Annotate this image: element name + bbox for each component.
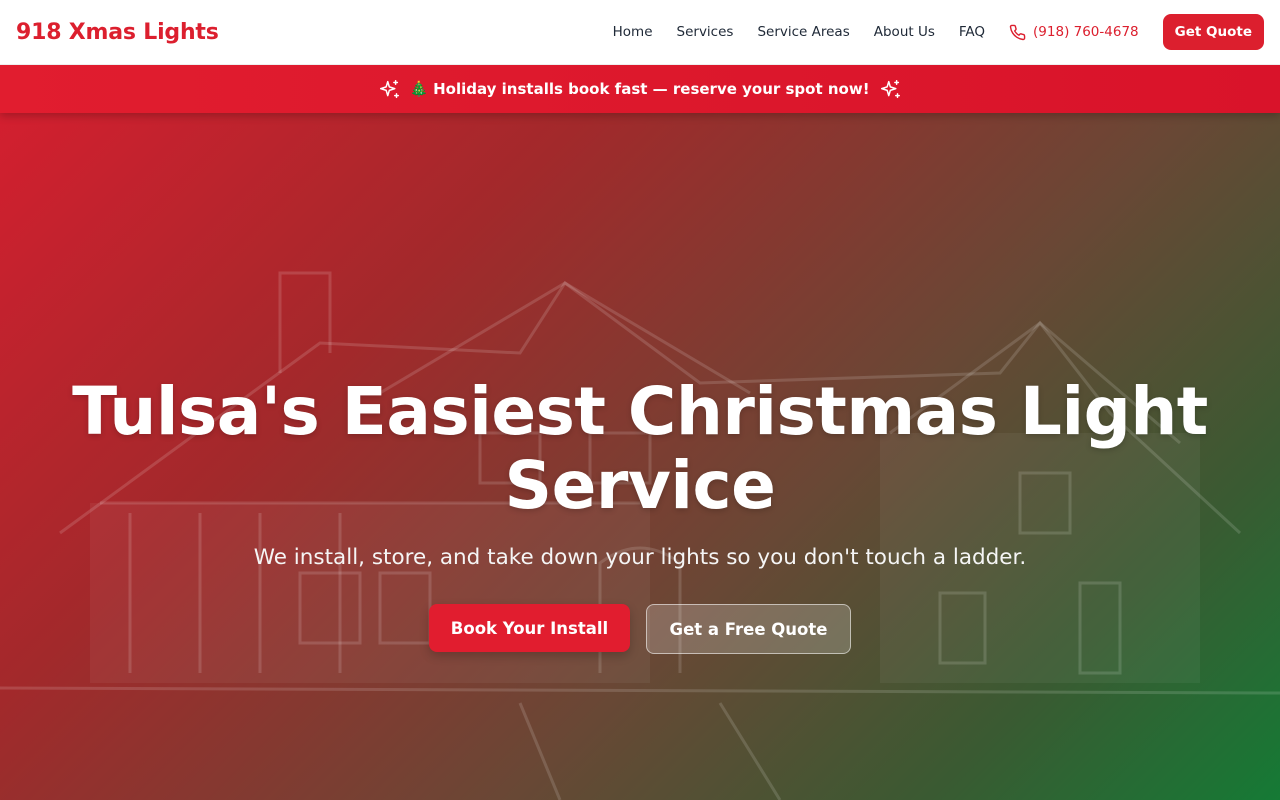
nav-about-us[interactable]: About Us xyxy=(874,24,935,40)
free-quote-button[interactable]: Get a Free Quote xyxy=(646,604,851,654)
sparkle-icon xyxy=(880,79,900,98)
site-logo[interactable]: 918 Xmas Lights xyxy=(16,20,219,45)
hero-title-line-1: Tulsa's Easiest Christmas Light xyxy=(72,373,1208,450)
nav-services[interactable]: Services xyxy=(677,24,734,40)
phone-number: (918) 760-4678 xyxy=(1033,24,1139,40)
book-install-button[interactable]: Book Your Install xyxy=(429,604,630,652)
nav-faq[interactable]: FAQ xyxy=(959,24,985,40)
nav-home[interactable]: Home xyxy=(613,24,653,40)
sparkle-icon xyxy=(380,79,400,98)
phone-icon xyxy=(1009,24,1026,40)
hero-title: Tulsa's Easiest Christmas Light Service xyxy=(0,375,1280,523)
main-nav: Home Services Service Areas About Us FAQ xyxy=(613,24,985,40)
hero-subtitle: We install, store, and take down your li… xyxy=(253,545,1027,570)
phone-link[interactable]: (918) 760-4678 xyxy=(1009,24,1139,41)
hero-title-line-2: Service xyxy=(504,447,776,524)
hero-section: Tulsa's Easiest Christmas Light Service … xyxy=(0,113,1280,800)
get-quote-button[interactable]: Get Quote xyxy=(1162,14,1264,50)
hero-cta-row: Book Your Install Get a Free Quote xyxy=(0,604,1280,654)
banner-text: Holiday installs book fast — reserve you… xyxy=(433,80,870,98)
christmas-tree-icon: 🎄 xyxy=(409,80,429,98)
nav-service-areas[interactable]: Service Areas xyxy=(757,24,849,40)
promo-banner: 🎄 Holiday installs book fast — reserve y… xyxy=(0,65,1280,113)
hero-content: Tulsa's Easiest Christmas Light Service … xyxy=(0,375,1280,654)
site-header: 918 Xmas Lights Home Services Service Ar… xyxy=(0,0,1280,65)
